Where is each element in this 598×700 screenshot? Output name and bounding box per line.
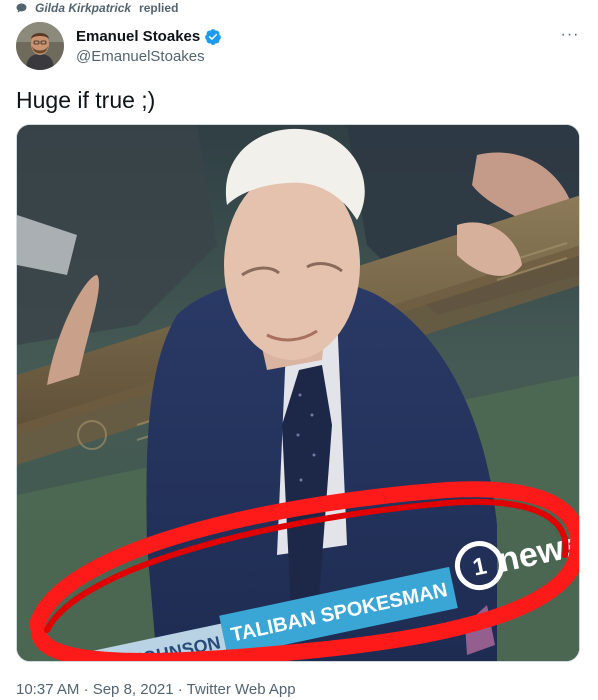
tweet-header: Emanuel Stoakes @EmanuelStoakes ···	[16, 22, 582, 70]
author-handle[interactable]: @EmanuelStoakes	[76, 48, 222, 65]
display-name-row: Emanuel Stoakes	[76, 28, 222, 46]
reply-bubble-icon	[16, 3, 27, 13]
verified-badge-icon	[205, 28, 222, 45]
more-options-icon[interactable]: ···	[558, 26, 582, 44]
avatar[interactable]	[16, 22, 64, 70]
social-context-action: replied	[139, 1, 179, 15]
tweet-timestamp[interactable]: 10:37 AM · Sep 8, 2021 · Twitter Web App	[16, 681, 296, 698]
tweet-text: Huge if true ;)	[16, 87, 156, 113]
social-context: Gilda Kirkpatrick replied	[16, 0, 178, 16]
social-context-user[interactable]: Gilda Kirkpatrick	[35, 1, 131, 15]
tweet-media-photo[interactable]: BORIS JOHNSON TALIBAN SPOKESMAN 1 news	[16, 124, 580, 662]
author-names: Emanuel Stoakes @EmanuelStoakes	[76, 28, 222, 65]
display-name[interactable]: Emanuel Stoakes	[76, 28, 200, 45]
